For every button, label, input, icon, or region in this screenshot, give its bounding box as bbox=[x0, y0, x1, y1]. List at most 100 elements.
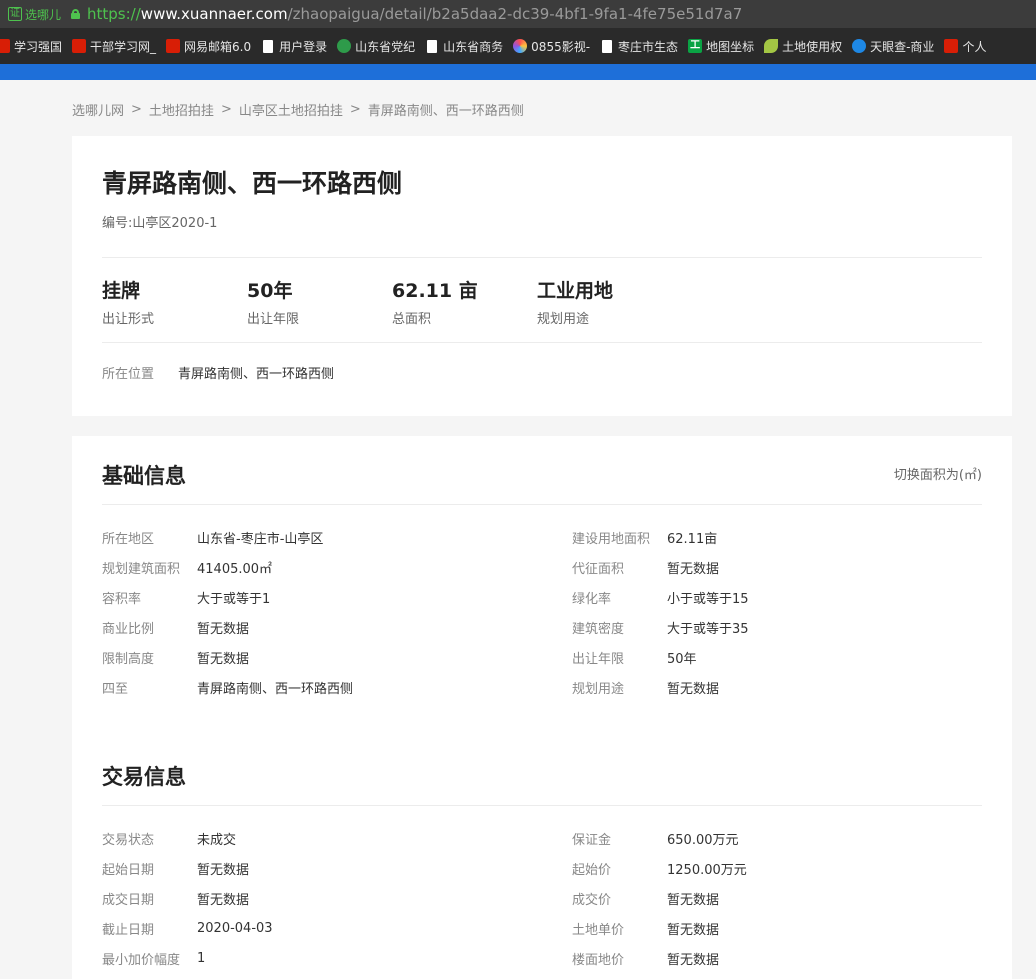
stat-transfer-form: 挂牌 出让形式 bbox=[102, 276, 247, 327]
basic-row: 规划建筑面积 41405.00㎡ bbox=[102, 552, 272, 582]
basic-row: 容积率 大于或等于1 bbox=[102, 582, 270, 612]
field-value: 暂无数据 bbox=[667, 561, 720, 577]
field-label: 限制高度 bbox=[102, 651, 155, 667]
field-value: 暂无数据 bbox=[197, 621, 250, 637]
basic-row: 商业比例 暂无数据 bbox=[102, 612, 249, 642]
field-label: 建设用地面积 bbox=[572, 531, 651, 547]
field-value: 650.00万元 bbox=[667, 832, 739, 848]
location-label: 所在位置 bbox=[102, 367, 155, 382]
bookmark-favicon-icon bbox=[72, 39, 87, 53]
document-icon bbox=[602, 39, 613, 53]
stat-value: 挂牌 bbox=[102, 280, 141, 302]
trade-row: 成交日期 暂无数据 bbox=[102, 883, 249, 913]
bookmark-label: 干部学习网_ bbox=[90, 39, 157, 54]
basic-row: 建设用地面积 62.11亩 bbox=[572, 522, 717, 552]
trade-row: 保证金 650.00万元 bbox=[572, 823, 739, 853]
bookmark-item[interactable]: 网易邮箱6.0 bbox=[166, 38, 251, 55]
stat-value: 50年 bbox=[247, 280, 293, 302]
site-header-bar bbox=[0, 64, 1036, 80]
bookmark-favicon-icon bbox=[166, 39, 181, 53]
breadcrumb-home[interactable]: 选哪儿网 bbox=[72, 100, 124, 119]
stat-label: 总面积 bbox=[392, 312, 432, 327]
bookmark-item[interactable]: 干部学习网_ bbox=[72, 38, 156, 55]
bookmark-label: 山东省党纪 bbox=[355, 39, 416, 54]
bookmark-label: 个人 bbox=[962, 39, 987, 54]
field-label: 交易状态 bbox=[102, 832, 155, 848]
lock-icon bbox=[71, 9, 81, 19]
bookmark-item[interactable]: 天眼查-商业 bbox=[852, 38, 934, 55]
bookmark-item[interactable]: 山东省商务 bbox=[425, 38, 503, 55]
basic-row: 代征面积 暂无数据 bbox=[572, 552, 719, 582]
bookmark-label: 土地使用权 bbox=[782, 39, 843, 54]
certificate-badge[interactable]: 证 选哪儿 bbox=[8, 6, 61, 23]
trade-row: 交易状态 未成交 bbox=[102, 823, 236, 853]
address-bar[interactable]: 证 选哪儿 https://www.xuannaer.com/zhaopaigu… bbox=[0, 0, 1036, 28]
parcel-detail-card: 基础信息 切换面积为(㎡) 所在地区 山东省-枣庄市-山亭区 规划建筑面积 4140… bbox=[72, 436, 1012, 979]
field-label: 起始日期 bbox=[102, 862, 155, 878]
bookmark-label: 枣庄市生态 bbox=[618, 39, 679, 54]
field-value: 暂无数据 bbox=[667, 892, 720, 908]
bookmark-item[interactable]: 土地使用权 bbox=[764, 38, 842, 55]
trade-row: 起始日期 暂无数据 bbox=[102, 853, 249, 883]
bookmark-label: 天眼查-商业 bbox=[870, 39, 935, 54]
field-value: 青屏路南侧、西一环路西侧 bbox=[197, 681, 354, 697]
bookmark-label: 地图坐标 bbox=[706, 39, 755, 54]
trade-row: 楼面地价 暂无数据 bbox=[572, 943, 719, 973]
field-value: 暂无数据 bbox=[667, 952, 720, 968]
parcel-code: 编号:山亭区2020-1 bbox=[102, 216, 218, 231]
breadcrumb-current[interactable]: 青屏路南侧、西一环路西侧 bbox=[368, 100, 524, 119]
field-label: 容积率 bbox=[102, 591, 142, 607]
field-label: 最小加价幅度 bbox=[102, 952, 181, 968]
bookmark-item[interactable]: 枣庄市生态 bbox=[600, 38, 678, 55]
breadcrumb-separator: > bbox=[220, 102, 232, 117]
globe-icon bbox=[337, 39, 352, 53]
url-scheme: https:// bbox=[87, 5, 141, 23]
bookmark-item[interactable]: 学习强国 bbox=[0, 38, 62, 55]
field-value: 62.11亩 bbox=[667, 531, 718, 547]
url-text[interactable]: https://www.xuannaer.com/zhaopaigua/deta… bbox=[87, 5, 742, 23]
bookmark-item[interactable]: 个人 bbox=[944, 38, 986, 55]
breadcrumb-land-auction[interactable]: 土地招拍挂 bbox=[149, 100, 214, 119]
breadcrumb-district[interactable]: 山亭区土地招拍挂 bbox=[239, 100, 343, 119]
parcel-summary-card: 青屏路南侧、西一环路西侧 编号:山亭区2020-1 挂牌 出让形式 50年 出让… bbox=[72, 136, 1012, 416]
bookmark-item[interactable]: 用户登录 bbox=[261, 38, 327, 55]
bookmark-item[interactable]: 0855影视- bbox=[513, 38, 590, 55]
field-value: 暂无数据 bbox=[667, 681, 720, 697]
field-label: 保证金 bbox=[572, 832, 612, 848]
field-label: 四至 bbox=[102, 681, 129, 697]
field-value: 未成交 bbox=[197, 832, 237, 848]
field-value: 1250.00万元 bbox=[667, 862, 747, 878]
switch-area-unit-link[interactable]: 切换面积为(㎡) bbox=[894, 464, 982, 483]
document-icon bbox=[427, 39, 438, 53]
bookmark-item[interactable]: 工地图坐标 bbox=[688, 38, 754, 55]
field-value: 1 bbox=[197, 950, 206, 966]
section-title-basic: 基础信息 bbox=[102, 464, 186, 488]
field-value: 小于或等于15 bbox=[667, 591, 749, 607]
field-label: 土地单价 bbox=[572, 922, 625, 938]
field-label: 建筑密度 bbox=[572, 621, 625, 637]
bookmark-label: 0855影视- bbox=[531, 39, 591, 54]
location-value: 青屏路南侧、西一环路西侧 bbox=[178, 367, 335, 382]
field-value: 41405.00㎡ bbox=[197, 561, 273, 577]
field-label: 绿化率 bbox=[572, 591, 612, 607]
divider bbox=[102, 805, 982, 806]
bookmarks-bar: 学习强国 干部学习网_ 网易邮箱6.0 用户登录 山东省党纪 山东省商务 085… bbox=[0, 28, 1036, 64]
bookmark-label: 用户登录 bbox=[279, 39, 328, 54]
divider bbox=[102, 504, 982, 505]
url-path: /zhaopaigua/detail/b2a5daa2-dc39-4bf1-9f… bbox=[287, 5, 743, 23]
field-label: 商业比例 bbox=[102, 621, 155, 637]
basic-row: 建筑密度 大于或等于35 bbox=[572, 612, 749, 642]
basic-row: 出让年限 50年 bbox=[572, 642, 697, 672]
field-label: 代征面积 bbox=[572, 561, 625, 577]
field-label: 成交日期 bbox=[102, 892, 155, 908]
bookmark-item[interactable]: 山东省党纪 bbox=[337, 38, 415, 55]
field-value: 暂无数据 bbox=[197, 651, 250, 667]
trade-row: 截止日期 2020-04-03 bbox=[102, 913, 273, 943]
field-label: 起始价 bbox=[572, 862, 612, 878]
field-value: 大于或等于35 bbox=[667, 621, 749, 637]
stat-value: 工业用地 bbox=[537, 280, 614, 302]
document-icon bbox=[263, 39, 274, 53]
stat-label: 规划用途 bbox=[537, 312, 590, 327]
field-label: 出让年限 bbox=[572, 651, 625, 667]
page-title: 青屏路南侧、西一环路西侧 bbox=[102, 169, 403, 198]
